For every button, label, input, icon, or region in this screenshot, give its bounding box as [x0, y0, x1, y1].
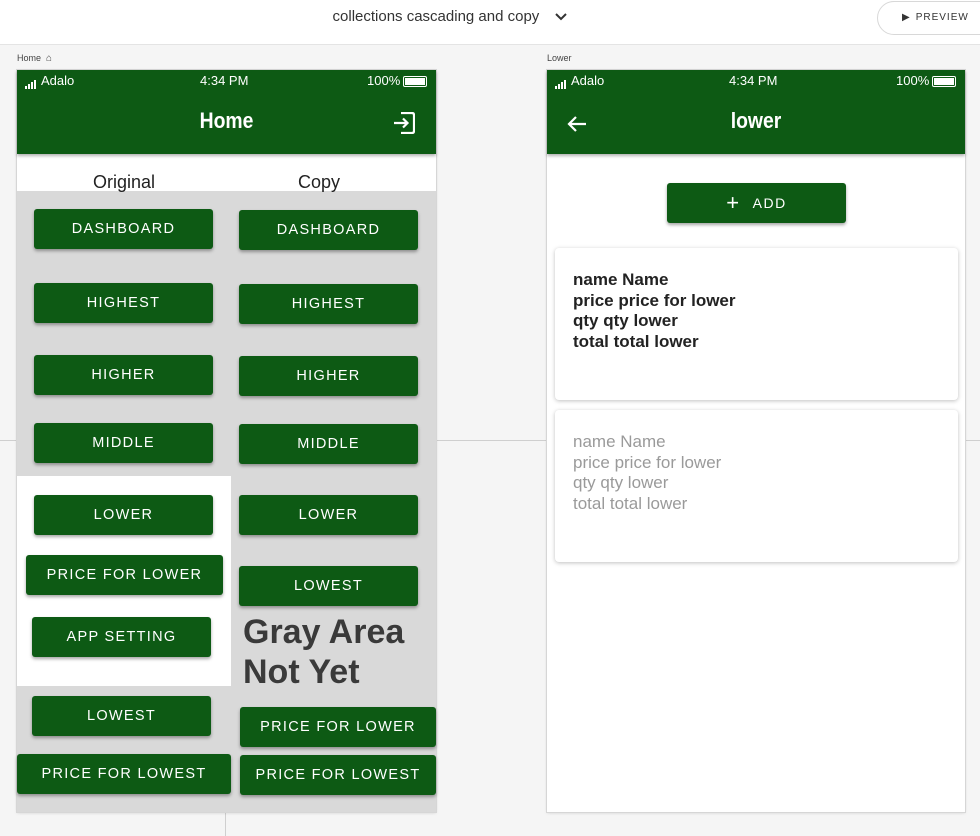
home-icon: ⌂: [46, 53, 53, 64]
column-header-original: Original: [92, 172, 156, 192]
original-higher-button[interactable]: HIGHER: [34, 355, 213, 395]
copy-highest-button[interactable]: HIGHEST: [239, 284, 418, 324]
play-icon: ▶: [902, 12, 911, 23]
carrier-text: Adalo: [571, 73, 605, 88]
link-connector-bottom: [225, 812, 226, 836]
original-lower-button[interactable]: LOWER: [34, 495, 213, 535]
card-price: price price for lower: [573, 452, 722, 472]
card-qty: qty qty lower: [573, 311, 678, 330]
note-line-1: Gray Area: [243, 613, 405, 651]
plus-icon: +: [726, 190, 741, 215]
page-title: Home: [199, 108, 254, 133]
list-item-card[interactable]: name Name price price for lower qty qty …: [555, 248, 958, 400]
copy-lowest-button[interactable]: LOWEST: [239, 566, 418, 606]
status-time: 4:34 PM: [729, 73, 778, 88]
home-app-bar: Adalo 4:34 PM 100% Home: [17, 70, 436, 154]
original-app-setting-button[interactable]: APP SETTING: [32, 617, 211, 657]
list-item-card[interactable]: name Name price price for lower qty qty …: [555, 410, 958, 562]
lower-screen-label[interactable]: Lower: [547, 53, 572, 63]
copy-lower-button[interactable]: LOWER: [239, 495, 418, 535]
note-line-2: Not Yet: [243, 653, 360, 691]
home-screen-label[interactable]: Home ⌂: [17, 53, 52, 64]
add-label: ADD: [752, 195, 787, 211]
status-battery: 100%: [896, 73, 957, 88]
link-connector-right: [965, 440, 980, 441]
status-carrier: Adalo: [555, 73, 605, 90]
lower-screen[interactable]: Adalo 4:34 PM 100% lower + ADD name Name …: [547, 70, 965, 812]
home-screen[interactable]: Adalo 4:34 PM 100% Home Original Copy DA…: [17, 70, 436, 812]
original-lowest-button[interactable]: LOWEST: [32, 696, 211, 736]
lower-app-bar: Adalo 4:34 PM 100% lower: [547, 70, 965, 154]
signal-icon: [25, 74, 37, 90]
battery-icon: [932, 76, 957, 88]
card-name: name Name: [573, 432, 666, 451]
copy-price-for-lowest-button[interactable]: PRICE FOR LOWEST: [240, 755, 436, 795]
status-carrier: Adalo: [25, 73, 75, 90]
original-highest-button[interactable]: HIGHEST: [34, 283, 213, 323]
carrier-text: Adalo: [41, 73, 75, 88]
chevron-down-icon[interactable]: [555, 10, 568, 24]
battery-text: 100%: [896, 73, 930, 88]
status-time: 4:34 PM: [200, 73, 249, 88]
card-name: name Name: [573, 270, 669, 289]
editor-top-bar: collections cascading and copy ▶ PREVIEW: [0, 0, 980, 45]
home-screen-label-text: Home: [17, 53, 42, 63]
copy-higher-button[interactable]: HIGHER: [239, 356, 418, 396]
link-connector-middle: [436, 440, 546, 441]
lower-screen-label-text: Lower: [547, 53, 572, 63]
preview-button[interactable]: ▶ PREVIEW: [877, 1, 980, 35]
preview-label: PREVIEW: [915, 12, 969, 23]
card-price: price price for lower: [573, 290, 736, 310]
gray-area-note: Gray Area Not Yet: [243, 612, 433, 692]
card-qty: qty qty lower: [573, 473, 669, 492]
original-price-for-lowest-button[interactable]: PRICE FOR LOWEST: [17, 754, 231, 794]
original-price-for-lower-button[interactable]: PRICE FOR LOWER: [26, 555, 223, 595]
project-title-text: collections cascading and copy: [332, 8, 540, 25]
copy-middle-button[interactable]: MIDDLE: [239, 424, 418, 464]
card-total: total total lower: [573, 493, 688, 513]
page-title: lower: [730, 108, 782, 133]
battery-text: 100%: [367, 73, 401, 88]
signal-icon: [555, 74, 567, 90]
card-total: total total lower: [573, 331, 699, 351]
link-connector-left: [0, 440, 16, 441]
battery-icon: [403, 76, 428, 88]
status-battery: 100%: [367, 73, 428, 88]
original-dashboard-button[interactable]: DASHBOARD: [34, 209, 213, 249]
copy-dashboard-button[interactable]: DASHBOARD: [239, 210, 418, 250]
column-header-copy: Copy: [297, 172, 341, 192]
copy-price-for-lower-button[interactable]: PRICE FOR LOWER: [240, 707, 436, 747]
exit-icon[interactable]: [393, 111, 416, 139]
add-button[interactable]: + ADD: [667, 183, 846, 223]
original-middle-button[interactable]: MIDDLE: [34, 423, 213, 463]
project-title[interactable]: collections cascading and copy: [0, 8, 900, 25]
